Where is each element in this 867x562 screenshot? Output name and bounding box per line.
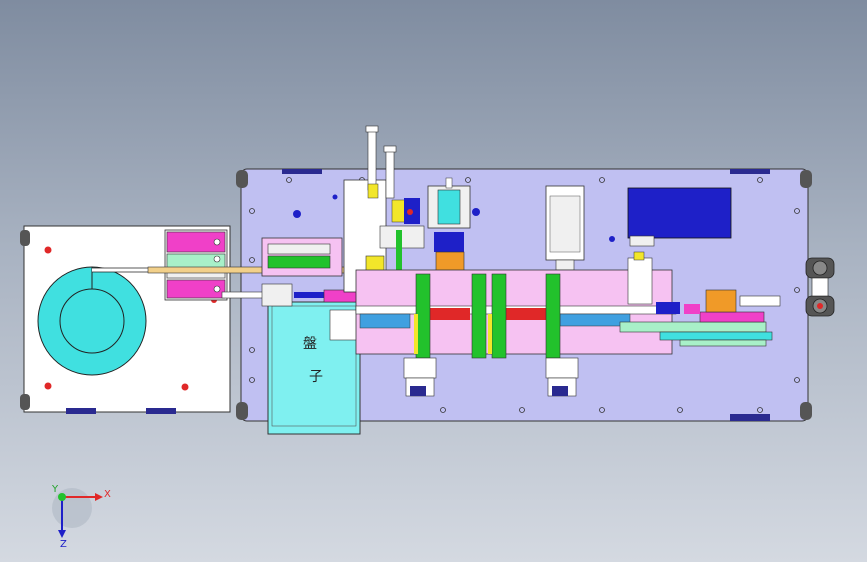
x-arrowhead-icon	[95, 493, 103, 501]
end-stepper-motor[interactable]	[805, 257, 835, 317]
cad-viewport[interactable]: 盤 子 X Y Z	[0, 0, 867, 562]
y-axis-dot	[58, 493, 66, 501]
tray-label-line1: 盤	[303, 336, 317, 352]
tray-label-line2: 子	[309, 369, 323, 385]
x-axis-label: X	[104, 489, 111, 500]
feeder-guide-block[interactable]	[164, 229, 228, 301]
y-axis-label: Y	[51, 484, 59, 495]
tray[interactable]: 盤 子	[267, 301, 361, 435]
machine-layout-drawing: 盤 子 X Y Z	[20, 125, 835, 550]
z-axis-label: Z	[60, 539, 67, 550]
z-arrowhead-icon	[58, 530, 66, 538]
coordinate-triad: X Y Z	[51, 484, 111, 550]
top-cylinder[interactable]	[545, 185, 585, 271]
blue-motor-block[interactable]	[627, 187, 732, 247]
